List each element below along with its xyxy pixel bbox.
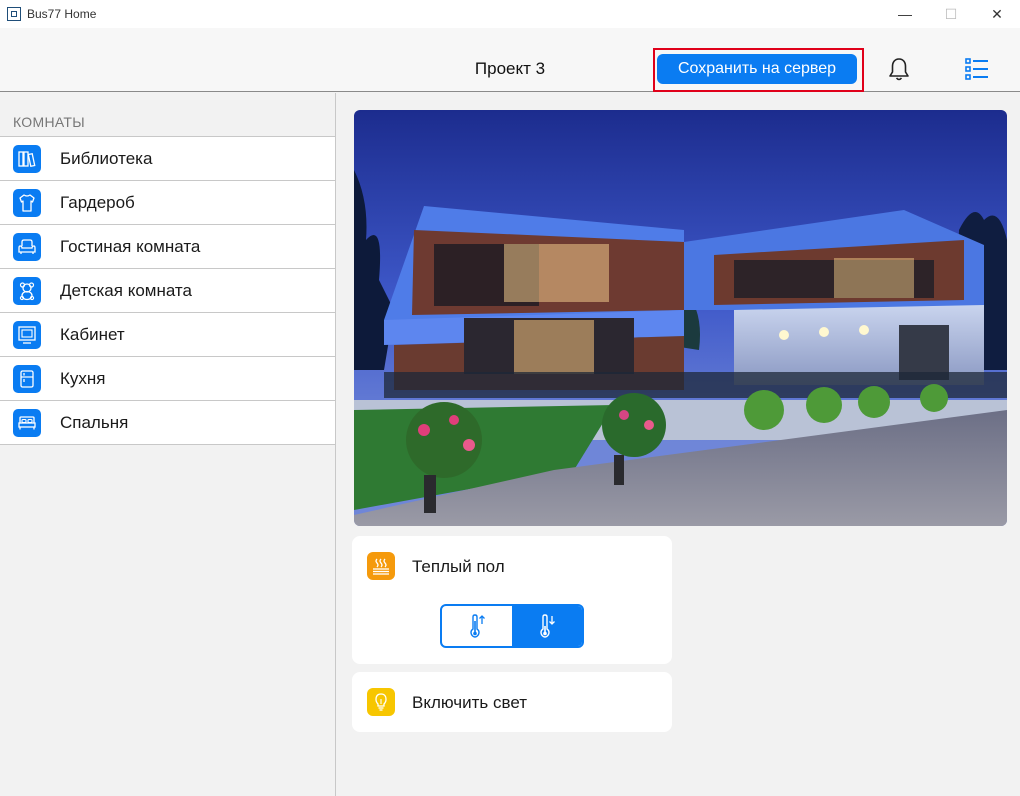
window-controls: — ☐ ✕ [882,0,1020,28]
main-content: Теплый пол Включить свет [337,93,1020,796]
floor-heating-card: Теплый пол [352,536,672,664]
armchair-icon [13,232,41,261]
floor-heating-label: Теплый пол [412,557,505,576]
rooms-heading: КОМНАТЫ [13,114,85,130]
maximize-button[interactable]: ☐ [928,0,974,28]
app-header: Проект 3 Сохранить на сервер [0,28,1020,92]
close-button[interactable]: ✕ [974,0,1020,28]
room-label: Гостиная комната [60,236,201,256]
room-label: Кухня [60,368,106,388]
room-item-bedroom[interactable]: Спальня [0,401,335,445]
thermometer-down-icon [540,614,555,638]
temperature-segmented-control [440,604,584,648]
house-photo [354,110,1007,526]
room-item-living-room[interactable]: Гостиная комната [0,225,335,269]
window-titlebar: Bus77 Home — ☐ ✕ [0,0,1020,28]
room-item-wardrobe[interactable]: Гардероб [0,181,335,225]
thermometer-up-icon [470,614,485,638]
room-label: Спальня [60,412,129,432]
floor-heating-icon [367,552,395,580]
library-books-icon [13,144,41,173]
bed-icon [13,408,41,437]
room-label: Гардероб [60,192,135,212]
shirt-icon [13,188,41,217]
bell-icon[interactable] [886,56,912,82]
room-label: Кабинет [60,324,125,344]
temperature-down-button[interactable] [512,606,582,646]
room-label: Библиотека [60,148,153,168]
teddy-bear-icon [13,276,41,305]
rooms-sidebar: КОМНАТЫ Библиотека Гардероб Гостиная ком… [0,93,336,796]
room-item-office[interactable]: Кабинет [0,313,335,357]
window-title: Bus77 Home [27,7,97,21]
room-item-kids-room[interactable]: Детская комната [0,269,335,313]
temperature-up-button[interactable] [442,606,512,646]
room-list: Библиотека Гардероб Гостиная комната Дет… [0,136,335,445]
monitor-icon [13,320,41,349]
app-logo-icon [7,7,21,21]
light-toggle-label: Включить свет [412,693,527,712]
list-menu-icon[interactable] [965,57,989,81]
light-toggle-card[interactable]: Включить свет [352,672,672,732]
light-bulb-icon [367,688,395,716]
room-label: Детская комната [60,280,192,300]
project-title: Проект 3 [474,59,546,78]
minimize-button[interactable]: — [882,0,928,28]
room-item-library[interactable]: Библиотека [0,137,335,181]
save-to-server-button[interactable]: Сохранить на сервер [657,54,857,84]
room-item-kitchen[interactable]: Кухня [0,357,335,401]
fridge-icon [13,364,41,393]
